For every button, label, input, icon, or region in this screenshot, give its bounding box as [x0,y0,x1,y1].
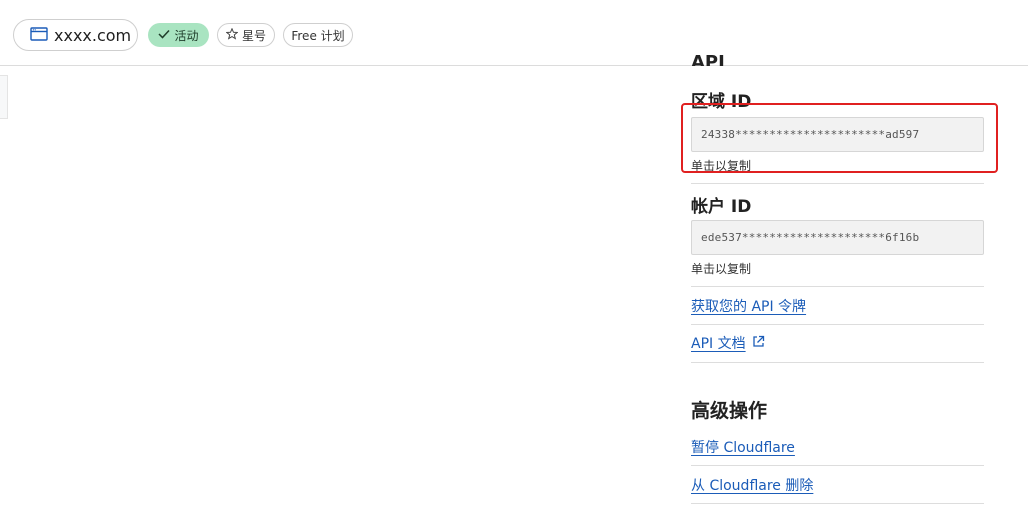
advanced-actions-title: 高级操作 [691,400,768,422]
api-docs-link[interactable]: API 文档 [691,333,765,353]
star-button[interactable]: 星号 [217,23,275,47]
star-icon [225,27,239,43]
divider [691,183,984,184]
pause-cloudflare-link[interactable]: 暂停 Cloudflare [691,437,795,457]
get-api-token-label: 获取您的 API 令牌 [691,299,807,315]
remove-from-cloudflare-label: 从 Cloudflare 删除 [691,478,814,494]
plan-button[interactable]: Free 计划 [283,23,353,47]
external-link-icon [752,335,765,352]
divider [691,465,984,466]
status-badge-label: 活动 [174,28,199,43]
divider [691,503,984,504]
domain-selector[interactable]: xxxx.com [13,19,138,51]
remove-from-cloudflare-link[interactable]: 从 Cloudflare 删除 [691,475,813,495]
account-id-copy-hint: 单击以复制 [691,262,752,276]
divider [691,286,984,287]
divider [691,362,984,363]
account-id-field[interactable]: ede537*********************6f16b [691,220,984,255]
zone-header: xxxx.com 活动 星号 Free 计划 [0,6,1028,66]
star-button-label: 星号 [241,28,266,43]
status-badge: 活动 [148,23,209,47]
api-docs-label: API 文档 [691,336,746,352]
api-section-heading: API [691,52,725,66]
get-api-token-link[interactable]: 获取您的 API 令牌 [691,296,806,316]
domain-name: xxxx.com [54,25,132,45]
divider [691,324,984,325]
checkmark-icon [158,28,171,42]
plan-button-label: Free 计划 [291,28,345,43]
pause-cloudflare-label: 暂停 Cloudflare [691,440,795,456]
account-id-title: 帐户 ID [691,197,752,217]
left-sidebar-stub [0,75,8,119]
browser-window-icon [30,26,48,45]
highlight-box [681,103,998,173]
